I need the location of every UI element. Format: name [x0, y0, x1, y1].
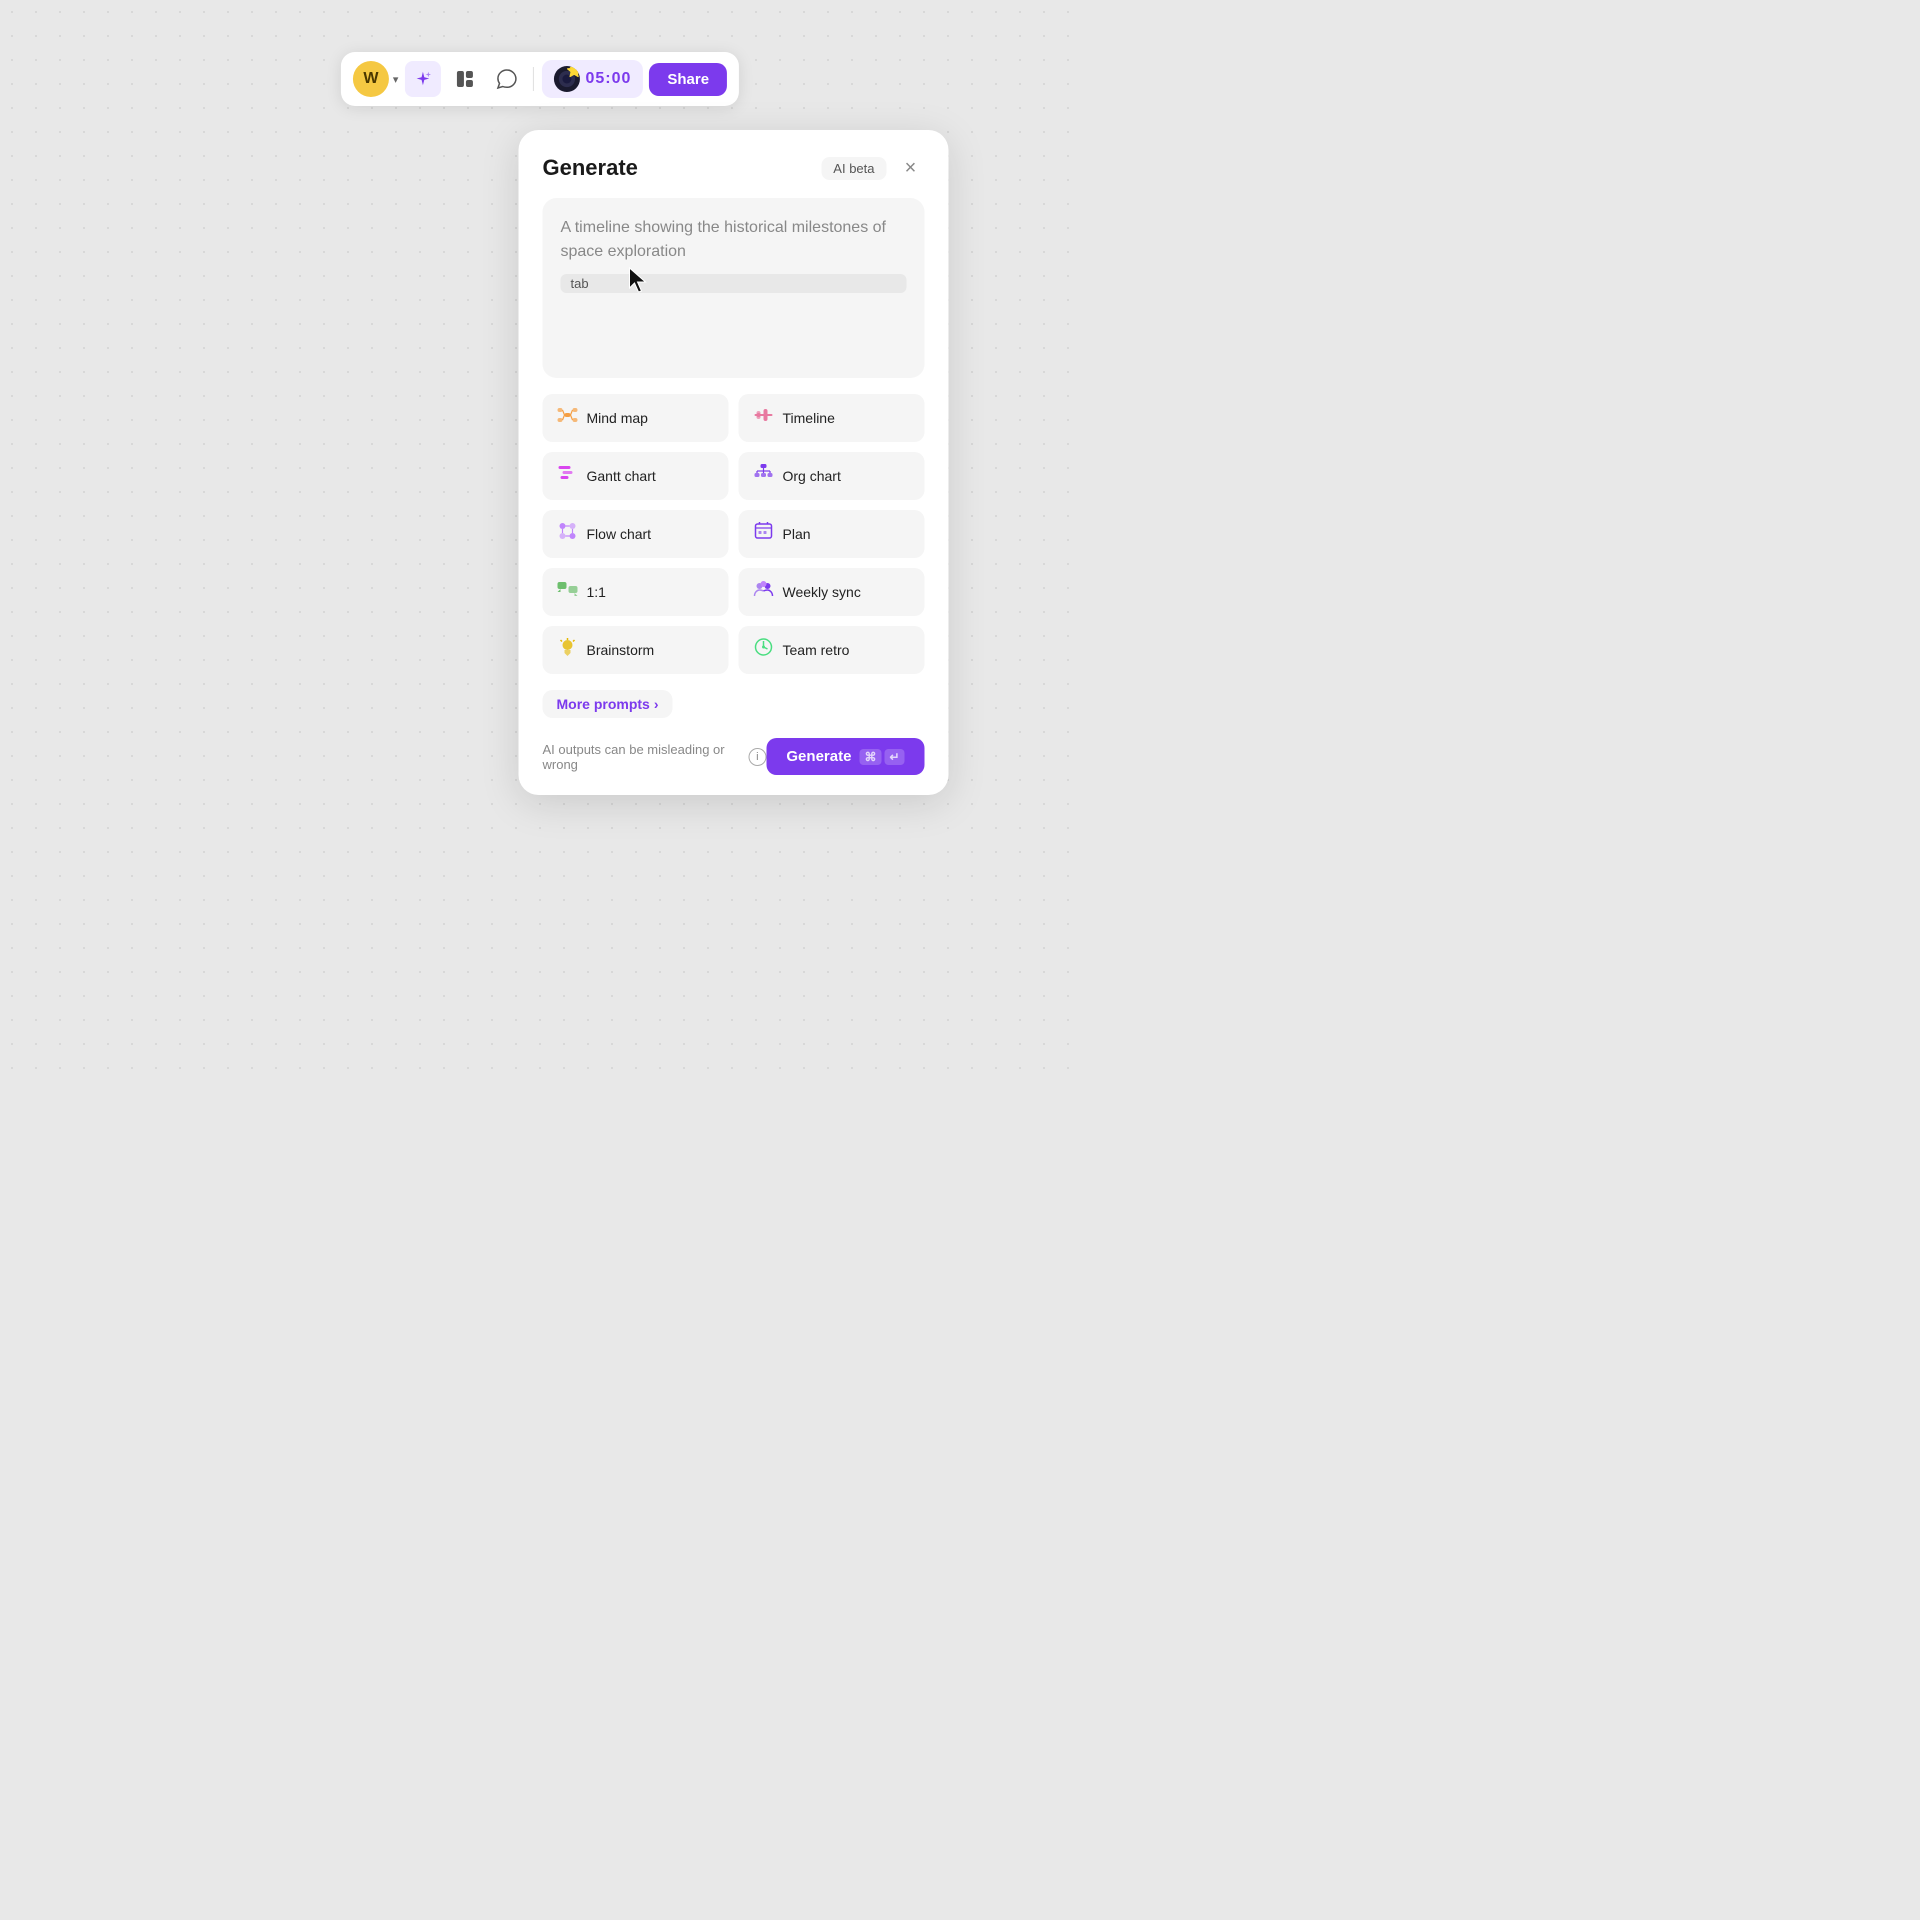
panel-header: Generate AI beta ×: [543, 154, 925, 182]
timer-avatar-icon: [557, 70, 575, 88]
suggestion-plan[interactable]: Plan: [739, 510, 925, 558]
mindmap-icon: [557, 404, 579, 432]
gantt-icon: [557, 462, 579, 490]
suggestion-timeline[interactable]: Timeline: [739, 394, 925, 442]
prompt-placeholder-text: A timeline showing the historical milest…: [561, 216, 907, 264]
timer-button[interactable]: ⭐ 05:00: [541, 60, 643, 98]
brainstorm-icon: [557, 636, 579, 664]
panel-title: Generate: [543, 155, 638, 181]
oneone-icon: [557, 578, 579, 606]
panel-header-right: AI beta ×: [821, 154, 924, 182]
plan-icon: [753, 520, 775, 548]
timer-avatar: ⭐: [553, 66, 579, 92]
suggestion-gantt-label: Gantt chart: [587, 468, 656, 484]
info-icon[interactable]: i: [748, 748, 766, 766]
suggestion-gantt[interactable]: Gantt chart: [543, 452, 729, 500]
sparkle-icon: [413, 70, 431, 88]
layout-icon-button[interactable]: [446, 61, 482, 97]
suggestion-brainstorm[interactable]: Brainstorm: [543, 626, 729, 674]
suggestion-orgchart[interactable]: Org chart: [739, 452, 925, 500]
suggestions-grid: Mind map Timeline: [543, 394, 925, 674]
user-avatar-button[interactable]: W: [353, 61, 389, 97]
share-button[interactable]: Share: [649, 63, 727, 96]
prompt-area[interactable]: A timeline showing the historical milest…: [543, 198, 925, 378]
suggestion-flowchart[interactable]: Flow chart: [543, 510, 729, 558]
more-prompts-button[interactable]: More prompts ›: [543, 690, 673, 718]
flowchart-icon: [557, 520, 579, 548]
orgchart-icon: [753, 462, 775, 490]
tab-key-badge: tab: [561, 274, 907, 293]
chat-icon-button[interactable]: [488, 61, 524, 97]
suggestion-brainstorm-label: Brainstorm: [587, 642, 655, 658]
suggestion-plan-label: Plan: [783, 526, 811, 542]
suggestion-teamretro-label: Team retro: [783, 642, 850, 658]
suggestion-teamretro[interactable]: Team retro: [739, 626, 925, 674]
more-prompts-arrow: ›: [654, 696, 659, 712]
layout-icon: [454, 69, 474, 89]
ai-icon-button[interactable]: [404, 61, 440, 97]
suggestion-mindmap-label: Mind map: [587, 410, 648, 426]
weeklysync-icon: [753, 578, 775, 606]
ai-beta-badge: AI beta: [821, 157, 886, 180]
suggestion-orgchart-label: Org chart: [783, 468, 841, 484]
suggestion-oneone-label: 1:1: [587, 584, 606, 600]
toolbar-divider: [532, 67, 533, 91]
keyboard-hint: ⌘ ↵: [859, 749, 904, 765]
user-dropdown-arrow[interactable]: ▾: [393, 73, 399, 86]
toolbar: W ▾ ⭐ 05:00 Share: [341, 52, 739, 106]
generate-button[interactable]: Generate ⌘ ↵: [766, 738, 924, 775]
teamretro-icon: [753, 636, 775, 664]
suggestion-weeklysync-label: Weekly sync: [783, 584, 861, 600]
timeline-icon: [753, 404, 775, 432]
suggestion-mindmap[interactable]: Mind map: [543, 394, 729, 442]
suggestion-timeline-label: Timeline: [783, 410, 835, 426]
more-prompts-label: More prompts: [557, 696, 650, 712]
suggestion-weeklysync[interactable]: Weekly sync: [739, 568, 925, 616]
generate-panel: Generate AI beta × A timeline showing th…: [519, 130, 949, 795]
chat-icon: [495, 68, 517, 90]
panel-footer: AI outputs can be misleading or wrong i …: [543, 734, 925, 775]
suggestion-oneone[interactable]: 1:1: [543, 568, 729, 616]
ai-disclaimer: AI outputs can be misleading or wrong i: [543, 742, 767, 772]
suggestion-flowchart-label: Flow chart: [587, 526, 652, 542]
timer-display: 05:00: [585, 70, 631, 88]
close-button[interactable]: ×: [897, 154, 925, 182]
